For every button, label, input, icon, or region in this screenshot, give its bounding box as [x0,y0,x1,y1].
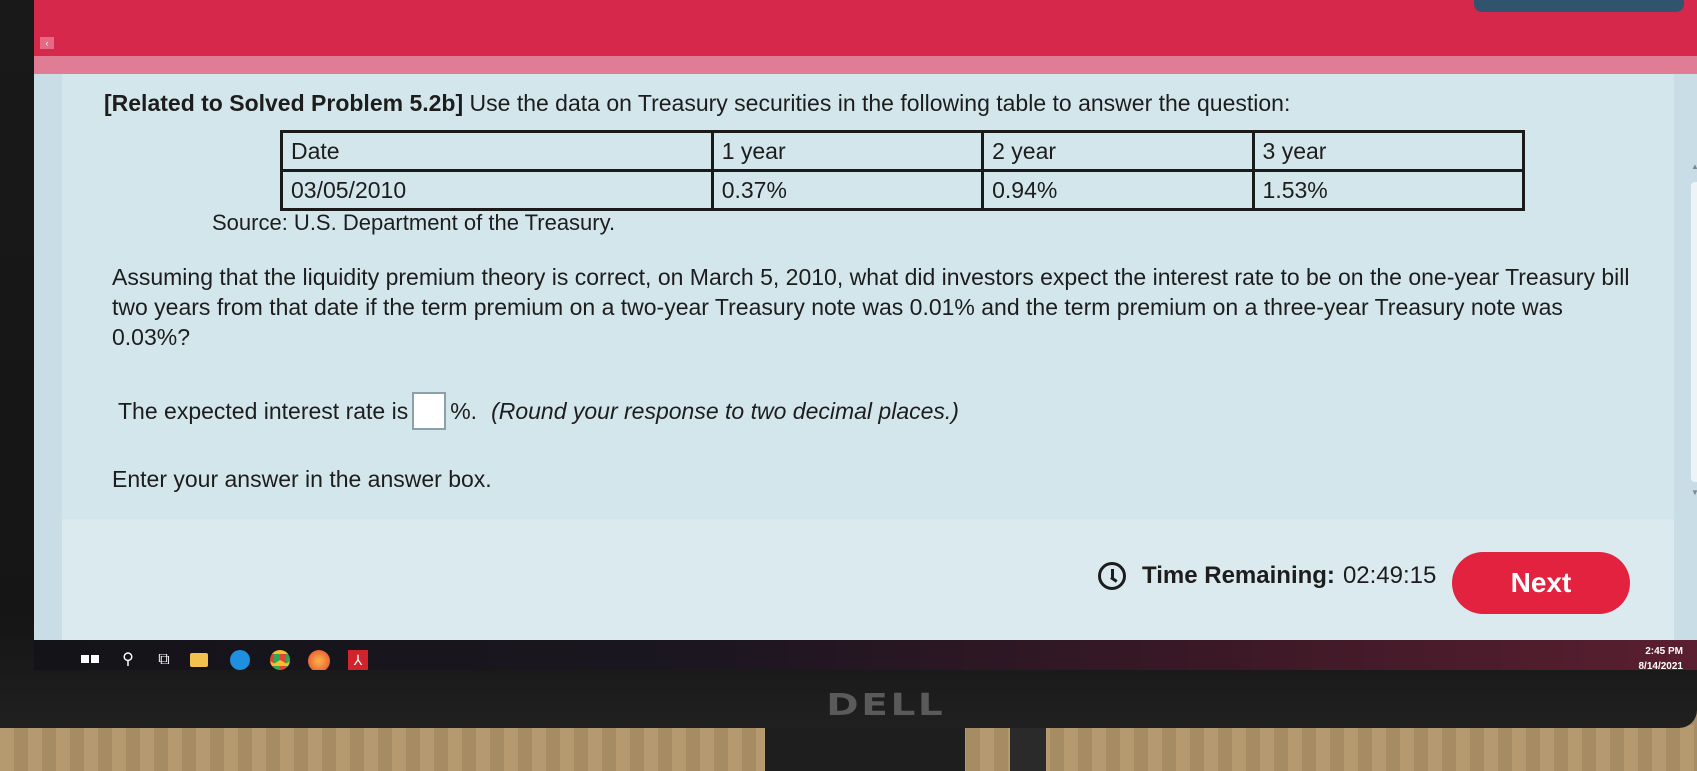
file-explorer-icon[interactable] [190,650,210,670]
system-clock[interactable]: 2:45 PM 8/14/2021 [1639,644,1684,670]
monitor-brand-logo: DELL [826,688,946,723]
answer-prefix: The expected interest rate is [118,397,409,424]
scrollbar[interactable]: ▲ ▼ [1690,162,1697,497]
table-cell: 1.53% [1251,169,1526,211]
scroll-up-icon[interactable]: ▲ [1691,162,1697,171]
collapse-tab-icon[interactable]: ‹ [40,37,54,49]
question-prompt: Use the data on Treasury securities in t… [463,90,1291,116]
table-source: Source: U.S. Department of the Treasury. [212,210,616,235]
chrome-browser-icon[interactable] [270,650,290,670]
taskbar: ⚲ ⧉ ⅄ 2:45 PM 8/14/2021 [34,640,1697,670]
question-body: Assuming that the liquidity premium theo… [112,264,1630,350]
windows-start-icon[interactable] [80,650,100,670]
table-header-row: Date 1 year 2 year 3 year [280,130,1526,172]
system-time: 2:45 PM [1645,646,1683,657]
table-header-cell: 1 year [710,130,985,172]
system-date: 8/14/2021 [1638,661,1684,670]
time-remaining-label: Time Remaining: [1142,562,1335,589]
header-accent [1474,0,1684,12]
table-row: 03/05/2010 0.37% 0.94% 1.53% [280,169,1526,211]
table-header-cell: Date [280,130,714,172]
search-icon[interactable]: ⚲ [118,650,138,670]
scroll-down-icon[interactable]: ▼ [1691,488,1697,497]
time-remaining: Time Remaining: 02:49:15 [1098,562,1436,590]
firefox-browser-icon[interactable] [308,650,334,670]
answer-input[interactable] [412,392,447,430]
treasury-data-table: Date 1 year 2 year 3 year 03/05/2010 0.3… [280,130,1526,211]
question-reference: [Related to Solved Problem 5.2b] [104,90,464,116]
answer-line: The expected interest rate is %. (Round … [118,392,959,430]
rounding-note: (Round your response to two decimal plac… [491,397,959,424]
edge-browser-icon[interactable] [230,650,250,670]
table-header-cell: 2 year [981,130,1255,172]
monitor-stand [765,725,965,771]
monitor-stand-neck [1010,725,1046,771]
clock-icon [1098,562,1126,590]
question-header: [Related to Solved Problem 5.2b] Use the… [104,90,1290,117]
task-view-icon[interactable]: ⧉ [154,650,174,670]
table-cell: 0.37% [710,169,985,211]
instruction-text: Enter your answer in the answer box. [112,466,492,492]
scrollbar-thumb[interactable] [1691,182,1697,482]
app-header-bar [34,0,1697,56]
screen: ‹ [Related to Solved Problem 5.2b] Use t… [34,0,1697,670]
acrobat-reader-icon[interactable]: ⅄ [348,650,368,670]
app-subheader-bar [34,56,1697,74]
monitor-bezel: DELL ‹ [Related to Solved Problem 5.2b] … [0,0,1697,728]
next-button[interactable]: Next [1452,552,1630,614]
table-cell: 0.94% [981,169,1255,211]
question-panel: [Related to Solved Problem 5.2b] Use the… [62,74,1697,650]
answer-suffix: %. [450,397,478,424]
table-header-cell: 3 year [1251,130,1526,172]
table-cell: 03/05/2010 [280,169,714,211]
time-remaining-value: 02:49:15 [1342,562,1437,589]
